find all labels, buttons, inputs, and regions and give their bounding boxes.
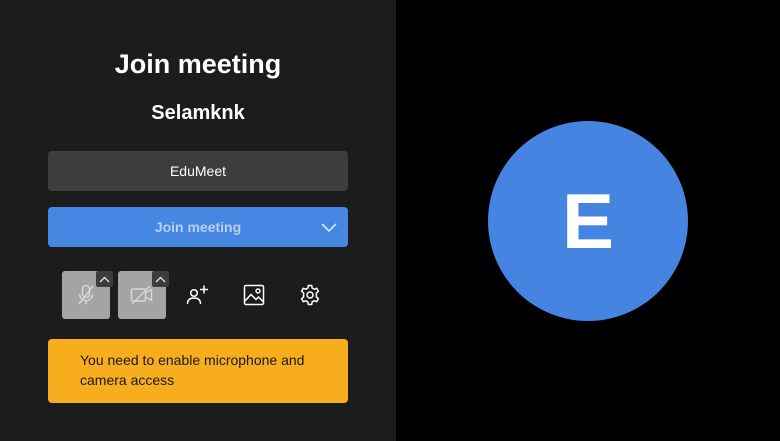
gear-icon <box>300 284 320 306</box>
device-toolbar <box>62 271 334 319</box>
permission-warning: You need to enable microphone and camera… <box>48 339 348 403</box>
add-person-icon <box>186 285 208 305</box>
chevron-up-icon <box>99 276 110 282</box>
settings-button[interactable] <box>286 271 334 319</box>
join-meeting-group: Join meeting <box>48 207 348 247</box>
chevron-up-icon <box>155 276 166 282</box>
join-meeting-button[interactable]: Join meeting <box>48 207 348 247</box>
meeting-name-input[interactable] <box>48 151 348 191</box>
virtual-background-button[interactable] <box>230 271 278 319</box>
page-title: Join meeting <box>114 49 282 79</box>
display-name-label: Selamknk <box>151 102 245 124</box>
microphone-options-caret[interactable] <box>96 271 113 287</box>
invite-people-button[interactable] <box>174 271 222 319</box>
image-icon <box>243 284 265 306</box>
avatar-initial: E <box>561 177 615 265</box>
camera-options-caret[interactable] <box>152 271 169 287</box>
avatar: E <box>488 121 688 321</box>
video-preview-panel: E <box>396 0 780 441</box>
microphone-off-icon <box>78 284 94 305</box>
chevron-down-icon[interactable] <box>320 219 338 235</box>
prejoin-panel: Join meeting Selamknk Join meeting <box>0 0 396 441</box>
camera-off-icon <box>130 285 153 305</box>
